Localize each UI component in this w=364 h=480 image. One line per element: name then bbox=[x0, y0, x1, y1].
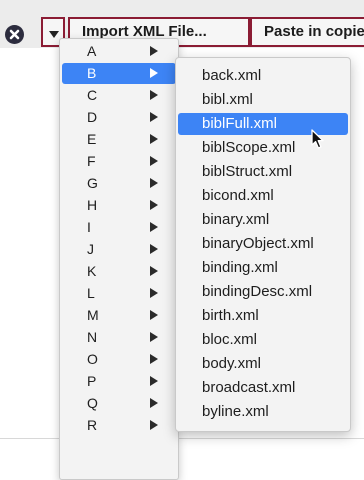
menu-item-label: birth.xml bbox=[202, 307, 259, 324]
menu-item-label: D bbox=[87, 109, 98, 125]
letter-menu-item-c[interactable]: C bbox=[62, 85, 176, 106]
menu-item-label: G bbox=[87, 175, 98, 191]
letter-menu-item-m[interactable]: M bbox=[62, 305, 176, 326]
file-menu-item[interactable]: binaryObject.xml bbox=[178, 233, 348, 255]
submenu-arrow-icon bbox=[150, 288, 158, 298]
menu-item-label: binary.xml bbox=[202, 211, 270, 228]
menu-item-label: biblScope.xml bbox=[202, 139, 296, 156]
letter-menu-item-p[interactable]: P bbox=[62, 371, 176, 392]
letter-menu-item-e[interactable]: E bbox=[62, 129, 176, 150]
file-menu-item[interactable]: binding.xml bbox=[178, 257, 348, 279]
menu-item-label: bibl.xml bbox=[202, 91, 253, 108]
letter-menu: A B C D E F G H I J K L M N O P Q R bbox=[59, 38, 179, 480]
content-divider bbox=[0, 438, 364, 439]
menu-item-label: N bbox=[87, 329, 98, 345]
file-menu-item[interactable]: binary.xml bbox=[178, 209, 348, 231]
menu-item-label: J bbox=[87, 241, 94, 257]
menu-item-label: F bbox=[87, 153, 96, 169]
menu-item-label: O bbox=[87, 351, 98, 367]
submenu-arrow-icon bbox=[150, 222, 158, 232]
letter-menu-item-l[interactable]: L bbox=[62, 283, 176, 304]
menu-item-label: back.xml bbox=[202, 67, 262, 84]
menu-item-label: B bbox=[87, 65, 97, 81]
submenu-arrow-icon bbox=[150, 156, 158, 166]
chevron-down-icon bbox=[49, 31, 59, 38]
submenu-arrow-icon bbox=[150, 68, 158, 78]
letter-menu-item-f[interactable]: F bbox=[62, 151, 176, 172]
menu-item-label: byline.xml bbox=[202, 403, 269, 420]
menu-item-label: broadcast.xml bbox=[202, 379, 296, 396]
close-icon[interactable] bbox=[5, 25, 24, 44]
submenu-arrow-icon bbox=[150, 46, 158, 56]
submenu-arrow-icon bbox=[150, 310, 158, 320]
menu-item-label: binaryObject.xml bbox=[202, 235, 314, 252]
menu-item-label: M bbox=[87, 307, 99, 323]
menu-item-label: E bbox=[87, 131, 97, 147]
file-menu-item[interactable]: bicond.xml bbox=[178, 185, 348, 207]
menu-item-label: bloc.xml bbox=[202, 331, 258, 348]
letter-menu-item-b[interactable]: B bbox=[62, 63, 176, 84]
file-menu-item[interactable]: bloc.xml bbox=[178, 329, 348, 351]
letter-menu-item-i[interactable]: I bbox=[62, 217, 176, 238]
menu-item-label: L bbox=[87, 285, 95, 301]
submenu-arrow-icon bbox=[150, 112, 158, 122]
submenu-arrow-icon bbox=[150, 266, 158, 276]
submenu-arrow-icon bbox=[150, 420, 158, 430]
file-submenu: back.xml bibl.xml biblFull.xml biblScope… bbox=[175, 57, 351, 432]
letter-menu-item-d[interactable]: D bbox=[62, 107, 176, 128]
menu-item-label: biblStruct.xml bbox=[202, 163, 293, 180]
file-menu-item[interactable]: byline.xml bbox=[178, 401, 348, 423]
menu-item-label: P bbox=[87, 373, 97, 389]
submenu-arrow-icon bbox=[150, 200, 158, 210]
menu-item-label: C bbox=[87, 87, 98, 103]
letter-menu-item-h[interactable]: H bbox=[62, 195, 176, 216]
file-menu-item[interactable]: bindingDesc.xml bbox=[178, 281, 348, 303]
letter-menu-item-r[interactable]: R bbox=[62, 415, 176, 436]
file-menu-item[interactable]: birth.xml bbox=[178, 305, 348, 327]
paste-copied-xml-button[interactable]: Paste in copied XML bbox=[250, 17, 364, 47]
letter-menu-item-g[interactable]: G bbox=[62, 173, 176, 194]
menu-item-label: binding.xml bbox=[202, 259, 278, 276]
submenu-arrow-icon bbox=[150, 332, 158, 342]
file-menu-item[interactable]: biblStruct.xml bbox=[178, 161, 348, 183]
menu-item-label: I bbox=[87, 219, 91, 235]
submenu-arrow-icon bbox=[150, 354, 158, 364]
letter-menu-item-q[interactable]: Q bbox=[62, 393, 176, 414]
submenu-arrow-icon bbox=[150, 178, 158, 188]
menu-item-label: R bbox=[87, 417, 98, 433]
menu-item-label: K bbox=[87, 263, 97, 279]
submenu-arrow-icon bbox=[150, 244, 158, 254]
letter-menu-item-j[interactable]: J bbox=[62, 239, 176, 260]
toolbar: Import XML File... Paste in copied XML bbox=[0, 0, 364, 49]
letter-menu-item-n[interactable]: N bbox=[62, 327, 176, 348]
menu-item-label: bicond.xml bbox=[202, 187, 274, 204]
submenu-arrow-icon bbox=[150, 90, 158, 100]
submenu-arrow-icon bbox=[150, 376, 158, 386]
menu-item-label: body.xml bbox=[202, 355, 261, 372]
file-menu-item[interactable]: bibl.xml bbox=[178, 89, 348, 111]
letter-menu-item-o[interactable]: O bbox=[62, 349, 176, 370]
mouse-pointer-icon bbox=[311, 129, 325, 155]
menu-item-label: bindingDesc.xml bbox=[202, 283, 313, 300]
menu-item-label: A bbox=[87, 43, 97, 59]
menu-item-label: H bbox=[87, 197, 98, 213]
menu-item-label: biblFull.xml bbox=[202, 115, 278, 132]
file-menu-item[interactable]: body.xml bbox=[178, 353, 348, 375]
submenu-arrow-icon bbox=[150, 134, 158, 144]
file-menu-item[interactable]: back.xml bbox=[178, 65, 348, 87]
file-menu-item[interactable]: broadcast.xml bbox=[178, 377, 348, 399]
letter-menu-item-k[interactable]: K bbox=[62, 261, 176, 282]
letter-menu-item-a[interactable]: A bbox=[62, 41, 176, 62]
menu-item-label: Q bbox=[87, 395, 98, 411]
submenu-arrow-icon bbox=[150, 398, 158, 408]
